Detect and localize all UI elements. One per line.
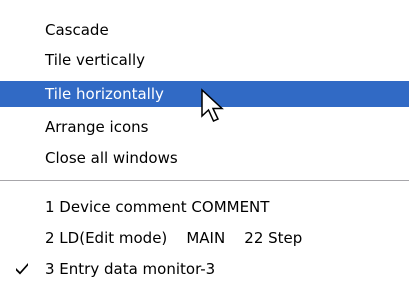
window-menu: Cascade Tile vertically Tile horizontall… bbox=[0, 0, 409, 285]
menu-item-label: 3 Entry data monitor-3 bbox=[45, 260, 216, 278]
menu-item-label: Tile vertically bbox=[45, 51, 146, 69]
check-icon bbox=[16, 263, 28, 275]
menu-item-tile-vertically[interactable]: Tile vertically bbox=[0, 47, 409, 73]
mouse-pointer-icon bbox=[201, 88, 224, 122]
menu-item-label: 2 LD(Edit mode) MAIN 22 Step bbox=[45, 229, 303, 247]
menu-item-close-all-windows[interactable]: Close all windows bbox=[0, 145, 409, 171]
menu-item-cascade[interactable]: Cascade bbox=[0, 17, 409, 43]
menu-item-label: Tile horizontally bbox=[45, 85, 164, 103]
menu-separator bbox=[0, 180, 409, 182]
menu-item-window-1[interactable]: 1 Device comment COMMENT bbox=[0, 194, 409, 220]
menu-item-window-3[interactable]: 3 Entry data monitor-3 bbox=[0, 256, 409, 282]
menu-item-label: Arrange icons bbox=[45, 118, 149, 136]
menu-item-label: Cascade bbox=[45, 21, 109, 39]
menu-item-label: Close all windows bbox=[45, 149, 178, 167]
menu-item-window-2[interactable]: 2 LD(Edit mode) MAIN 22 Step bbox=[0, 225, 409, 251]
menu-item-label: 1 Device comment COMMENT bbox=[45, 198, 270, 216]
